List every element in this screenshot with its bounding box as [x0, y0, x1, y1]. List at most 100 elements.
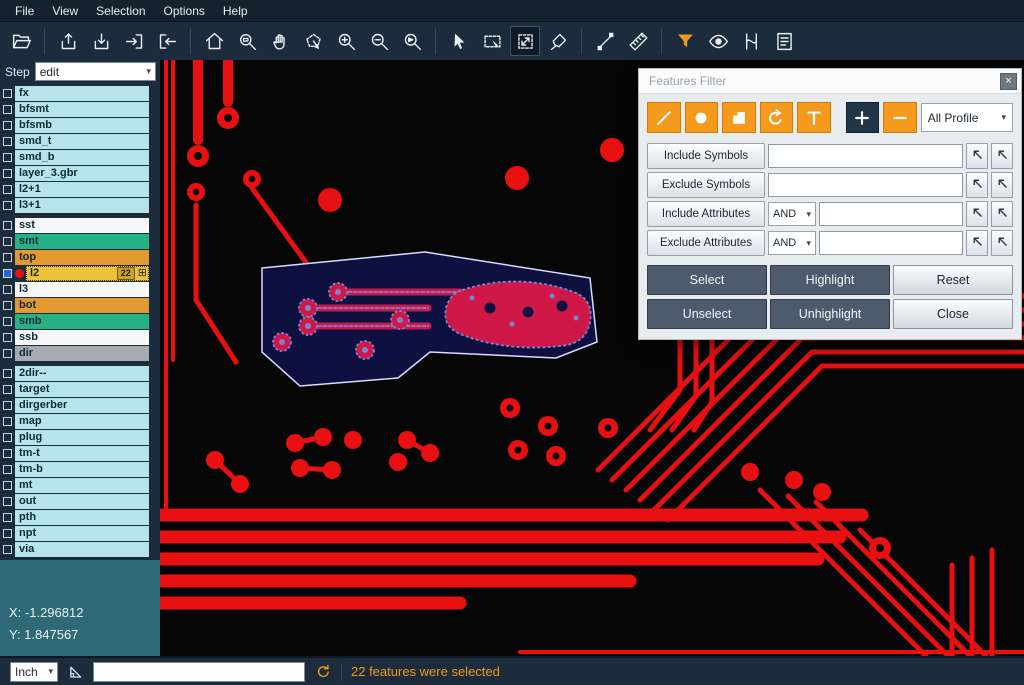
layer-name-bar[interactable]: bot — [15, 298, 149, 313]
highlight-button[interactable]: Highlight — [770, 265, 890, 295]
layer-visibility-checkbox[interactable] — [3, 185, 12, 194]
home-view-button[interactable] — [199, 26, 229, 56]
menu-options[interactable]: Options — [155, 2, 214, 20]
layer-name-bar[interactable]: dir — [15, 346, 149, 361]
pick-from-graphic-button[interactable] — [991, 143, 1013, 169]
menu-view[interactable]: View — [43, 2, 87, 20]
zoom-in-button[interactable] — [331, 26, 361, 56]
layer-visibility-checkbox[interactable] — [3, 369, 12, 378]
layer-name-bar[interactable]: l2+1 — [15, 182, 149, 197]
layer-visibility-checkbox[interactable] — [3, 349, 12, 358]
features-filter-button[interactable] — [670, 26, 700, 56]
layer-visibility-checkbox[interactable] — [3, 481, 12, 490]
exclude-symbols-input[interactable] — [768, 173, 963, 197]
pick-from-graphic-button[interactable] — [966, 230, 988, 256]
include-symbols-button[interactable]: Include Symbols — [647, 143, 765, 169]
rect-select-button[interactable] — [477, 26, 507, 56]
layer-name-bar[interactable]: smt — [15, 234, 149, 249]
line-endpoints-button[interactable] — [590, 26, 620, 56]
pick-from-graphic-button[interactable] — [966, 201, 988, 227]
layer-visibility-checkbox[interactable] — [3, 317, 12, 326]
include-attributes-input[interactable] — [819, 202, 963, 226]
unhighlight-button[interactable]: Unhighlight — [770, 299, 890, 329]
layer-name-bar[interactable]: target — [15, 382, 149, 397]
profile-select[interactable]: All Profile ▾ — [921, 103, 1013, 132]
layer-visibility-checkbox[interactable] — [3, 529, 12, 538]
pick-from-graphic-button[interactable] — [991, 201, 1013, 227]
layer-name-bar[interactable]: mt — [15, 478, 149, 493]
layer-visibility-checkbox[interactable] — [3, 89, 12, 98]
layer-visibility-checkbox[interactable] — [3, 385, 12, 394]
select-button[interactable]: Select — [647, 265, 767, 295]
measure-ruler-button[interactable] — [623, 26, 653, 56]
dialog-titlebar[interactable]: Features Filter × — [639, 69, 1021, 94]
unselect-button[interactable]: Unselect — [647, 299, 767, 329]
layer-visibility-checkbox[interactable] — [3, 153, 12, 162]
layer-name-bar[interactable]: layer_3.gbr — [15, 166, 149, 181]
open-folder-button[interactable] — [6, 26, 36, 56]
units-select[interactable]: Inch ▾ — [10, 662, 58, 682]
layer-name-bar[interactable]: pth — [15, 510, 149, 525]
step-select[interactable]: edit ▾ — [35, 62, 156, 81]
layer-name-bar[interactable]: bfsmb — [15, 118, 149, 133]
surface-tool-button[interactable] — [722, 102, 756, 133]
exclude-attributes-button[interactable]: Exclude Attributes — [647, 230, 765, 256]
pointer-select-button[interactable] — [444, 26, 474, 56]
pick-from-graphic-button[interactable] — [966, 172, 988, 198]
layer-visibility-button[interactable] — [703, 26, 733, 56]
layer-name-bar[interactable]: map — [15, 414, 149, 429]
layer-visibility-checkbox[interactable] — [3, 169, 12, 178]
features-select-button[interactable] — [510, 26, 540, 56]
command-input[interactable] — [93, 662, 305, 682]
layer-name-bar[interactable]: tm-b — [15, 462, 149, 477]
layer-name-bar[interactable]: smd_t — [15, 134, 149, 149]
zoom-window-button[interactable] — [232, 26, 262, 56]
layer-visibility-checkbox[interactable] — [3, 253, 12, 262]
line-tool-button[interactable] — [647, 102, 681, 133]
step-left-button[interactable] — [119, 26, 149, 56]
pick-from-graphic-button[interactable] — [991, 172, 1013, 198]
layer-visibility-checkbox[interactable] — [3, 201, 12, 210]
layer-name-bar[interactable]: top — [15, 250, 149, 265]
layer-name-bar[interactable]: out — [15, 494, 149, 509]
pick-from-graphic-button[interactable] — [966, 143, 988, 169]
layer-name-bar[interactable]: ssb — [15, 330, 149, 345]
layer-visibility-checkbox[interactable] — [3, 513, 12, 522]
layer-name-bar[interactable]: via — [15, 542, 149, 557]
layer-visibility-checkbox[interactable] — [3, 401, 12, 410]
lasso-select-button[interactable] — [298, 26, 328, 56]
layer-name-bar[interactable]: bfsmt — [15, 102, 149, 117]
layer-name-bar[interactable]: fx — [15, 86, 149, 101]
arc-tool-button[interactable] — [760, 102, 794, 133]
menu-file[interactable]: File — [6, 2, 43, 20]
add-condition-button[interactable] — [846, 102, 880, 133]
pad-tool-button[interactable] — [685, 102, 719, 133]
net-query-button[interactable] — [736, 26, 766, 56]
pick-from-graphic-button[interactable] — [991, 230, 1013, 256]
report-list-button[interactable] — [769, 26, 799, 56]
reset-button[interactable]: Reset — [893, 265, 1013, 295]
layer-name-bar[interactable]: npt — [15, 526, 149, 541]
layer-visibility-checkbox[interactable] — [3, 301, 12, 310]
layer-visibility-checkbox[interactable] — [3, 105, 12, 114]
import-step-button[interactable] — [86, 26, 116, 56]
layer-name-bar[interactable]: tm-t — [15, 446, 149, 461]
layer-visibility-checkbox[interactable] — [3, 545, 12, 554]
layer-name-bar[interactable]: l3+1 — [15, 198, 149, 213]
layer-visibility-checkbox[interactable] — [3, 433, 12, 442]
layer-visibility-checkbox[interactable] — [3, 497, 12, 506]
layer-visibility-checkbox[interactable] — [3, 465, 12, 474]
close-button[interactable]: Close — [893, 299, 1013, 329]
layer-name-bar[interactable]: smd_b — [15, 150, 149, 165]
layer-visibility-checkbox[interactable] — [3, 137, 12, 146]
zoom-fit-button[interactable] — [397, 26, 427, 56]
layer-visibility-checkbox[interactable] — [3, 121, 12, 130]
exclude-symbols-button[interactable]: Exclude Symbols — [647, 172, 765, 198]
layer-name-bar[interactable]: sst — [15, 218, 149, 233]
layer-name-bar[interactable]: l222⊞ — [26, 266, 149, 281]
layer-visibility-checkbox[interactable] — [3, 417, 12, 426]
logic-operator-select[interactable]: AND▾ — [768, 202, 816, 226]
text-tool-button[interactable] — [797, 102, 831, 133]
clear-highlight-button[interactable] — [543, 26, 573, 56]
layer-name-bar[interactable]: plug — [15, 430, 149, 445]
